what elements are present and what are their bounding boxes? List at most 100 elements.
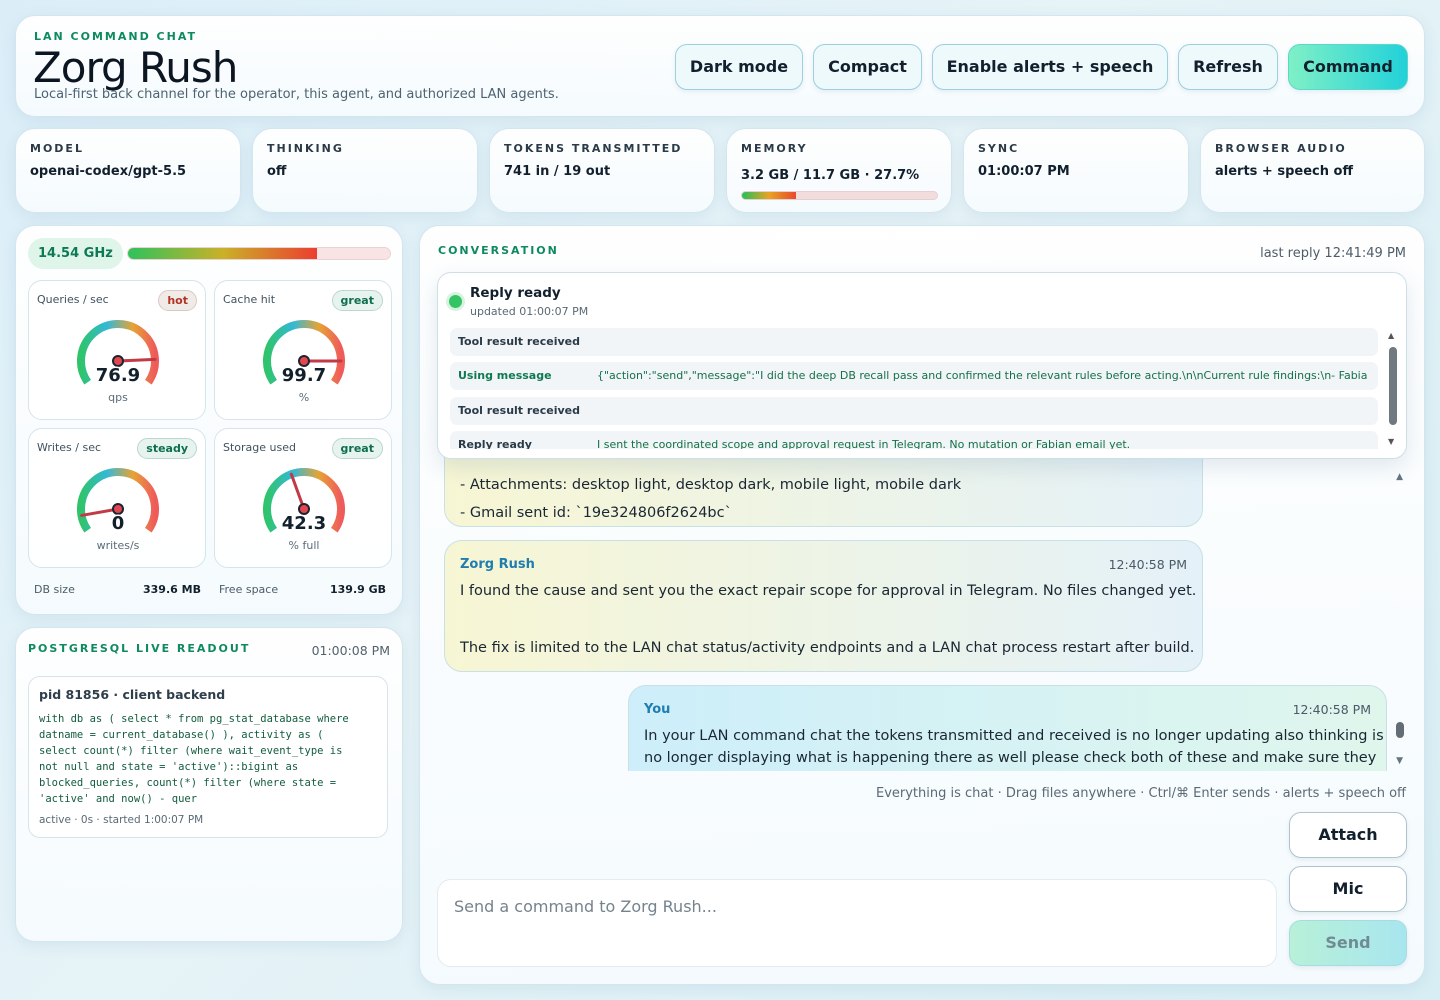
- message-bubble: Zorg Rush 12:40:58 PM I found the cause …: [444, 540, 1203, 672]
- activity-row: Using message {"action":"send","message"…: [450, 362, 1378, 390]
- message-bubble: - Attachments: desktop light, desktop da…: [444, 456, 1203, 527]
- message-scrollbar-thumb[interactable]: [1396, 722, 1404, 738]
- gauge-name: Cache hit: [223, 293, 276, 306]
- browser-audio-label: BROWSER AUDIO: [1215, 142, 1347, 155]
- gauge-dial: 76.9: [77, 320, 159, 387]
- refresh-button[interactable]: Refresh: [1178, 44, 1278, 90]
- browser-audio-value: alerts + speech off: [1215, 164, 1353, 179]
- message-text: In your LAN command chat the tokens tran…: [644, 728, 1384, 744]
- compact-button[interactable]: Compact: [813, 44, 922, 90]
- tokens-stat-card: TOKENS TRANSMITTED 741 in / 19 out: [489, 128, 715, 213]
- gauge-name: Queries / sec: [37, 293, 109, 306]
- postgres-sql: with db as ( select * from pg_stat_datab…: [39, 713, 349, 805]
- gauge-name: Storage used: [223, 441, 296, 454]
- gauge-dial: 42.3: [263, 468, 345, 535]
- postgres-title: POSTGRESQL LIVE READOUT: [28, 642, 251, 655]
- message-time: 12:40:58 PM: [1108, 557, 1187, 572]
- gauge-dial: 99.7: [263, 320, 345, 387]
- message-text: - Attachments: desktop light, desktop da…: [460, 477, 962, 493]
- attach-button[interactable]: Attach: [1289, 812, 1407, 858]
- postgres-time: 01:00:08 PM: [311, 643, 390, 658]
- message-author: Zorg Rush: [460, 557, 535, 572]
- cpu-load-bar: [127, 247, 391, 260]
- sync-label: SYNC: [978, 142, 1020, 155]
- memory-label: MEMORY: [741, 142, 808, 155]
- command-button[interactable]: Command: [1288, 44, 1408, 90]
- activity-scrollbar[interactable]: ▲ ▼: [1387, 331, 1399, 446]
- status-updated: updated 01:00:07 PM: [470, 305, 589, 318]
- activity-scroll-down-icon[interactable]: ▼: [1388, 437, 1394, 446]
- free-space-label: Free space: [219, 583, 279, 596]
- browser-audio-stat-card: BROWSER AUDIO alerts + speech off: [1200, 128, 1425, 213]
- sync-value: 01:00:07 PM: [978, 164, 1070, 179]
- gauge-value: 42.3: [282, 513, 326, 534]
- gauge-unit: %: [298, 391, 310, 404]
- conversation-label: CONVERSATION: [438, 244, 559, 257]
- model-label: MODEL: [30, 142, 84, 155]
- activity-kind: Reply ready: [458, 438, 532, 449]
- message-author: You: [644, 702, 671, 717]
- memory-usage-bar: [741, 191, 938, 200]
- gauge-name: Writes / sec: [37, 441, 102, 454]
- mic-button[interactable]: Mic: [1289, 866, 1407, 912]
- message-text: I found the cause and sent you the exact…: [460, 583, 1197, 599]
- postgres-query-meta: active · 0s · started 1:00:07 PM: [39, 814, 204, 826]
- db-size-value: 339.6 MB: [143, 583, 201, 596]
- activity-kind: Tool result received: [458, 335, 581, 348]
- postgres-pid: pid 81856 · client backend: [39, 687, 226, 702]
- free-space-value: 139.9 GB: [330, 583, 387, 596]
- message-bubble: You 12:40:58 PM In your LAN command chat…: [628, 685, 1387, 771]
- activity-scroll-up-icon[interactable]: ▲: [1388, 331, 1394, 340]
- gauge-unit: qps: [108, 391, 128, 404]
- enable-alerts-speech-button[interactable]: Enable alerts + speech: [932, 44, 1168, 90]
- app-header: LAN COMMAND CHAT Zorg Rush Local-first b…: [15, 15, 1425, 117]
- activity-row: Reply ready I sent the coordinated scope…: [450, 431, 1378, 449]
- gauge-unit: % full: [288, 539, 320, 552]
- thinking-label: THINKING: [267, 142, 344, 155]
- thinking-stat-card: THINKING off: [252, 128, 478, 213]
- activity-kind: Tool result received: [458, 404, 581, 417]
- app-title: Zorg Rush: [33, 43, 238, 92]
- memory-value: 3.2 GB / 11.7 GB · 27.7%: [741, 168, 920, 183]
- memory-stat-card: MEMORY 3.2 GB / 11.7 GB · 27.7%: [726, 128, 952, 213]
- app-subtitle: Local-first back channel for the operato…: [34, 87, 559, 102]
- cpu-frequency-badge: 14.54 GHz: [28, 238, 123, 269]
- dark-mode-button[interactable]: Dark mode: [675, 44, 803, 90]
- message-text: - Gmail sent id: `19e324806f2624bc`: [460, 505, 732, 521]
- postgres-query-box: pid 81856 · client backend with db as ( …: [28, 676, 388, 838]
- command-input[interactable]: Send a command to Zorg Rush...: [437, 879, 1277, 967]
- memory-usage-fill: [742, 192, 796, 199]
- tokens-label: TOKENS TRANSMITTED: [504, 142, 683, 155]
- sync-stat-card: SYNC 01:00:07 PM: [963, 128, 1189, 213]
- gauge-value: 76.9: [96, 365, 140, 386]
- activity-list[interactable]: Tool result received Using message {"act…: [450, 328, 1378, 449]
- activity-scrollbar-thumb[interactable]: [1389, 347, 1397, 425]
- gauge-status-badge: steady: [137, 438, 197, 459]
- model-value: openai-codex/gpt-5.5: [30, 164, 187, 179]
- gauge-value: 0: [112, 513, 125, 534]
- gauge-card: Writes / sec steady writes/s 0: [28, 428, 206, 568]
- gauge-status-badge: great: [331, 290, 383, 311]
- message-text: no longer displaying what is happening t…: [644, 750, 1377, 766]
- gauge-card: Storage used great % full 42.3: [214, 428, 392, 568]
- activity-detail: {"action":"send","message":"I did the de…: [597, 369, 1368, 382]
- app-eyebrow: LAN COMMAND CHAT: [34, 30, 197, 43]
- activity-row: Tool result received: [450, 328, 1378, 356]
- last-reply-time: last reply 12:41:49 PM: [1260, 246, 1406, 261]
- message-scroll-down-icon[interactable]: ▼: [1396, 756, 1403, 766]
- gauge-dial: 0: [77, 468, 159, 535]
- message-text: The fix is limited to the LAN chat statu…: [460, 640, 1195, 656]
- cpu-load-fill: [128, 248, 317, 259]
- command-input-placeholder: Send a command to Zorg Rush...: [454, 897, 717, 916]
- message-scroll-up-icon[interactable]: ▲: [1396, 472, 1403, 482]
- model-stat-card: MODEL openai-codex/gpt-5.5: [15, 128, 241, 213]
- gauge-value: 99.7: [282, 365, 326, 386]
- gauge-status-badge: hot: [158, 290, 197, 311]
- status-title: Reply ready: [470, 285, 561, 301]
- message-list[interactable]: - Attachments: desktop light, desktop da…: [420, 456, 1426, 771]
- status-dot-icon: [449, 295, 462, 308]
- activity-kind: Using message: [458, 369, 552, 382]
- gauge-status-badge: great: [331, 438, 383, 459]
- send-button[interactable]: Send: [1289, 920, 1407, 966]
- composer-hint: Everything is chat · Drag files anywhere…: [875, 786, 1406, 801]
